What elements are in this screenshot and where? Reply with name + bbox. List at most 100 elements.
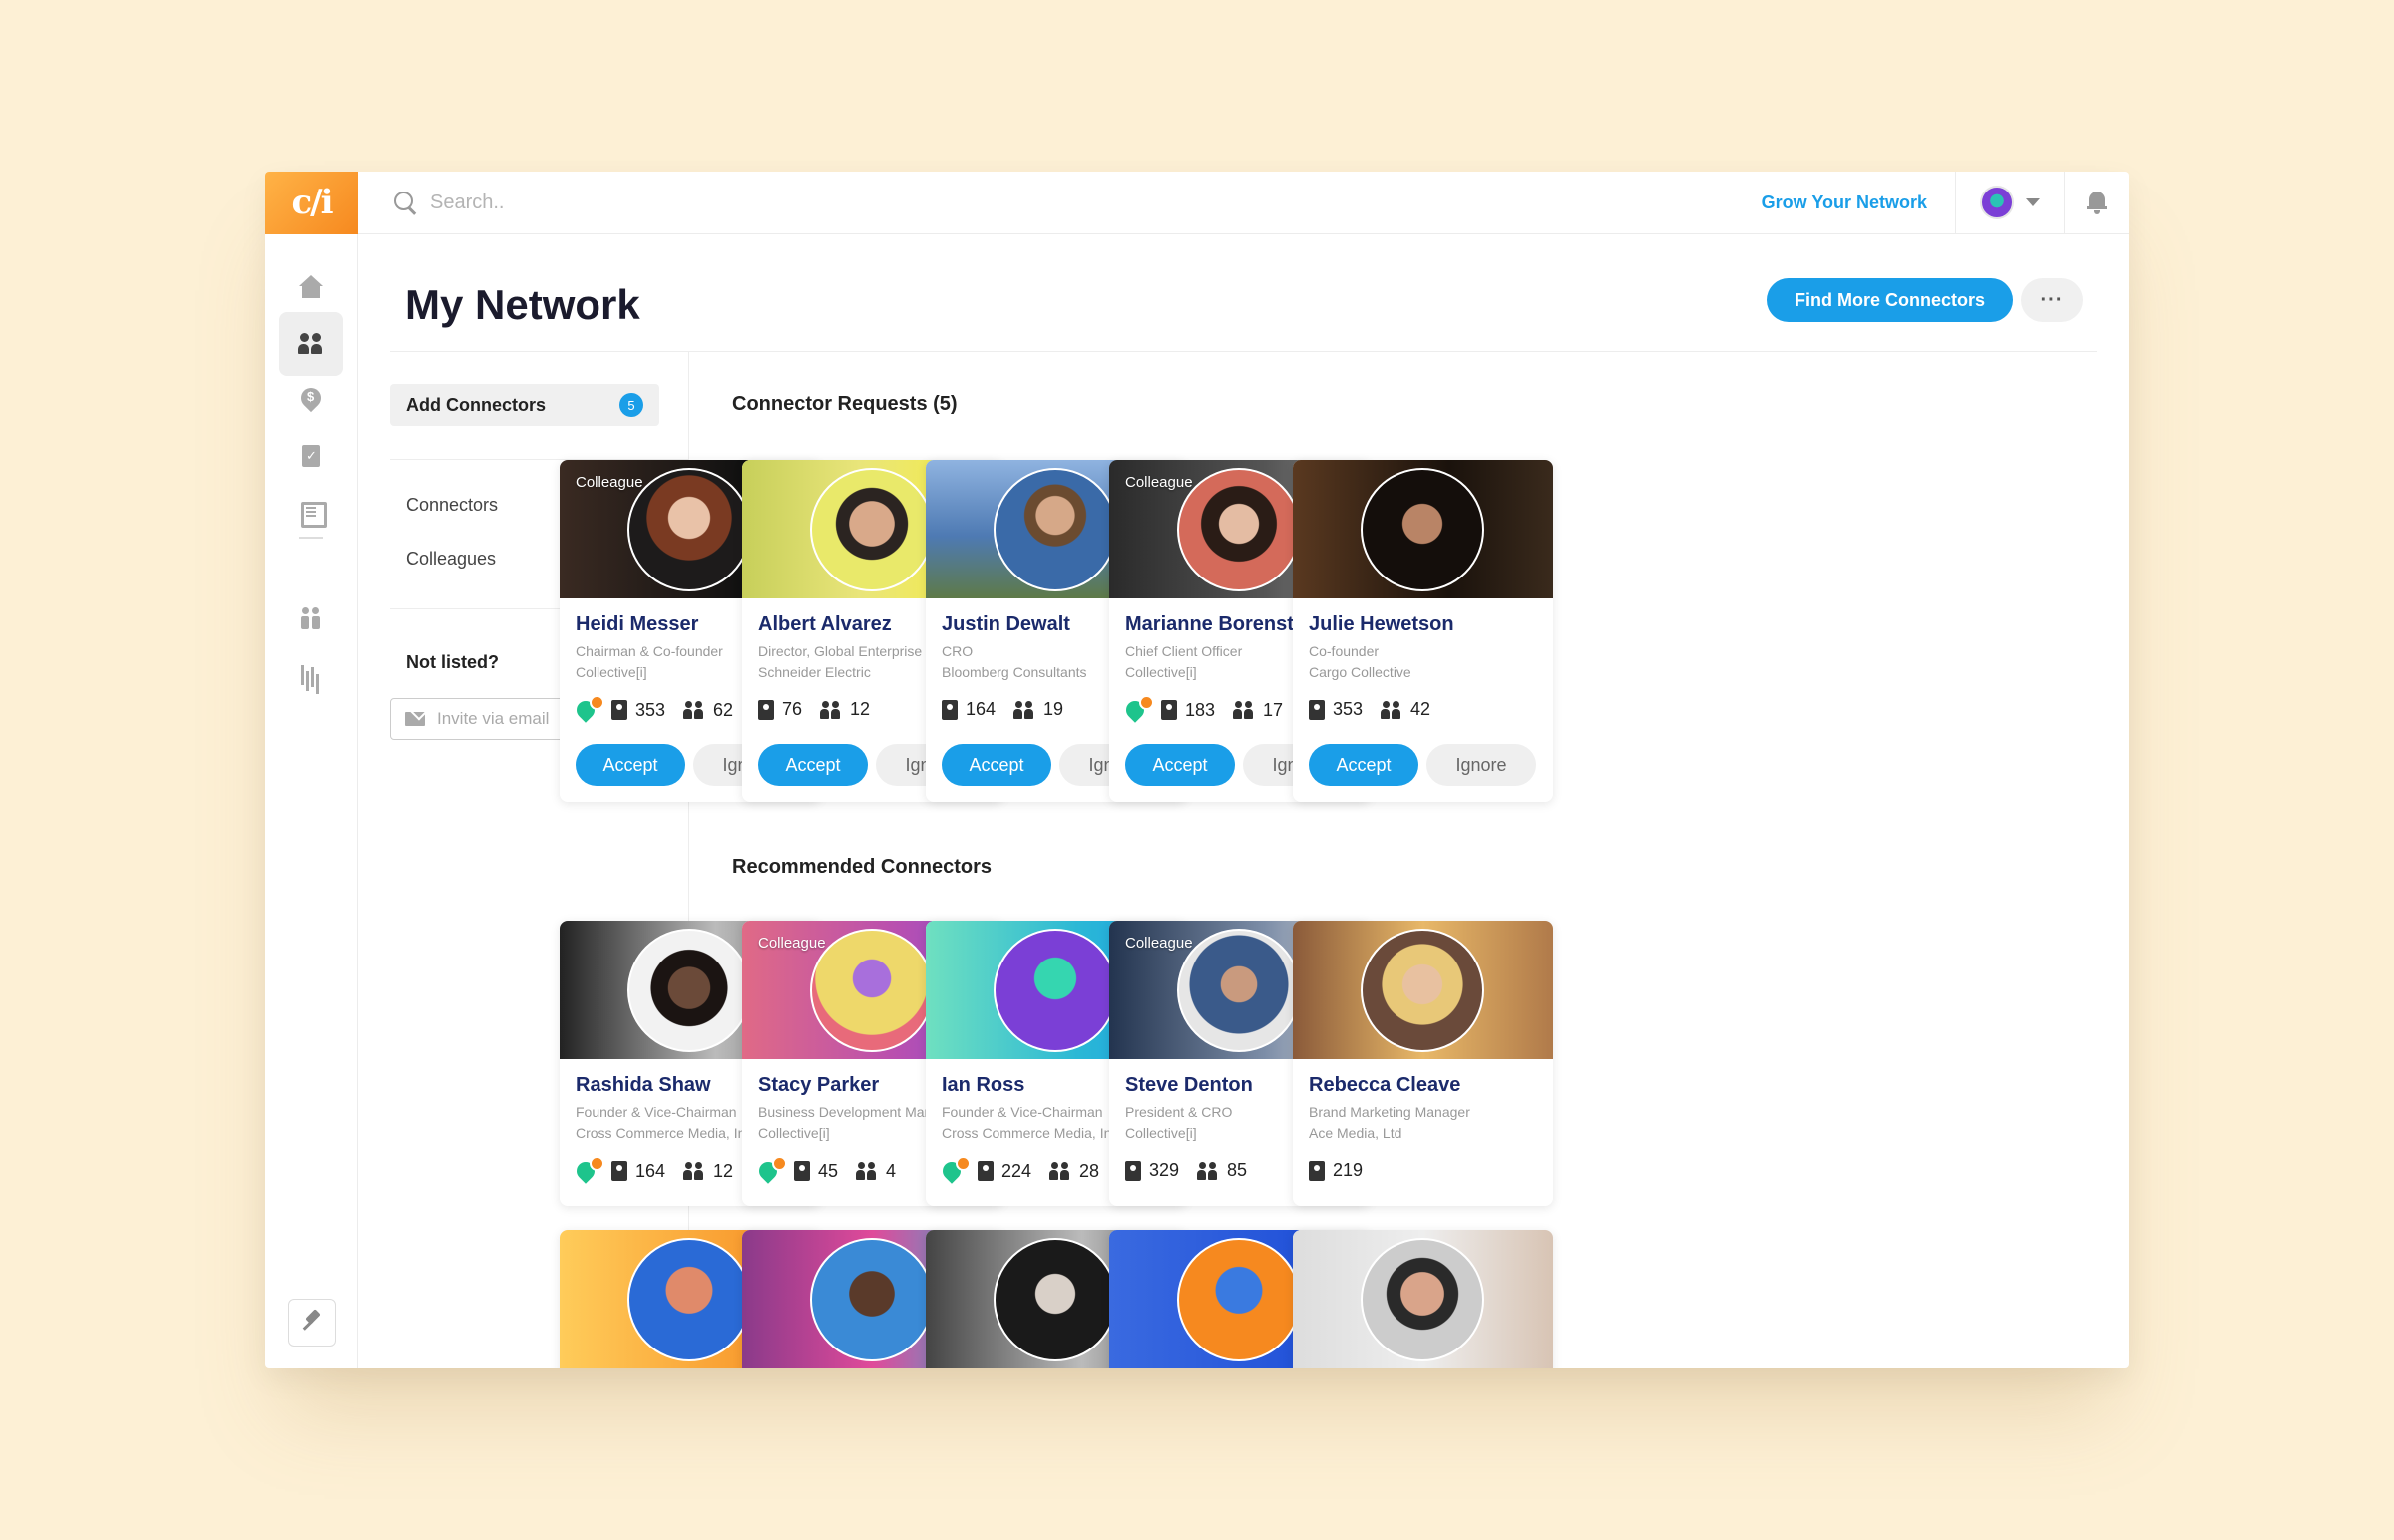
avatar <box>1177 468 1301 591</box>
more-options-button[interactable]: ··· <box>2021 278 2083 322</box>
avatar <box>810 929 934 1052</box>
connector-stats: 353 62 <box>576 695 733 721</box>
recommended-connectors-title: Recommended Connectors <box>732 856 993 878</box>
contacts-count: 76 <box>782 699 803 719</box>
nav-news[interactable] <box>279 480 343 544</box>
connector-card[interactable] <box>1293 1230 1553 1368</box>
avatar <box>627 468 751 591</box>
connector-name[interactable]: Justin Dewalt <box>942 613 1070 636</box>
nav-admin[interactable] <box>288 1299 336 1347</box>
avatar <box>1177 1238 1301 1361</box>
groups-icon <box>683 1162 705 1180</box>
connector-org: Cross Commerce Media, Inc <box>942 1125 1119 1141</box>
accept-button[interactable]: Accept <box>758 744 868 786</box>
groups-icon <box>1013 700 1035 719</box>
grow-network-link[interactable]: Grow Your Network <box>1734 172 1956 234</box>
contacts-count: 164 <box>966 699 997 719</box>
deal-pin-icon <box>576 1156 604 1182</box>
groups-icon <box>683 701 705 719</box>
connector-stats: 164 12 <box>576 1156 734 1182</box>
bell-icon <box>2087 192 2107 214</box>
logo[interactable]: c/i <box>265 172 358 234</box>
connector-card[interactable]: Julie Hewetson Co-founder Cargo Collective… <box>1293 460 1553 802</box>
connector-name[interactable]: Ian Ross <box>942 1074 1024 1097</box>
connector-name[interactable]: Julie Hewetson <box>1309 613 1454 636</box>
contacts-count: 45 <box>818 1160 839 1181</box>
user-menu[interactable] <box>1956 172 2065 234</box>
accept-button[interactable]: Accept <box>1309 744 1418 786</box>
deal-pin-icon <box>1125 695 1154 721</box>
add-connectors-item[interactable]: Add Connectors 5 <box>390 384 659 426</box>
gavel-icon <box>299 1310 325 1336</box>
chevron-down-icon <box>2026 198 2040 206</box>
contacts-icon <box>611 1161 627 1181</box>
connector-role: Chief Client Officer <box>1125 643 1243 659</box>
nav-analytics[interactable] <box>279 642 343 706</box>
deal-pin-icon <box>576 695 604 721</box>
connector-name[interactable]: Steve Denton <box>1125 1074 1253 1097</box>
connector-name[interactable]: Rebecca Cleave <box>1309 1074 1460 1097</box>
connector-card[interactable]: Rebecca Cleave Brand Marketing Manager Ace… <box>1293 921 1553 1206</box>
connector-name[interactable]: Rashida Shaw <box>576 1074 711 1097</box>
card-banner <box>1293 460 1553 598</box>
connector-requests-title: Connector Requests (5) <box>732 393 958 415</box>
connector-org: Collective[i] <box>1125 664 1197 680</box>
avatar <box>810 1238 934 1361</box>
groups-count: 12 <box>713 1160 734 1181</box>
avatar <box>1980 186 2014 219</box>
connector-stats: 219 <box>1309 1160 1363 1181</box>
pin-dollar-icon <box>298 387 324 413</box>
connector-name[interactable]: Stacy Parker <box>758 1074 879 1097</box>
contacts-icon <box>1161 700 1177 720</box>
connector-org: Cross Commerce Media, Inc <box>576 1125 753 1141</box>
app-window: c/i Grow Your Network My Network Find Mo… <box>265 172 2129 1368</box>
nav-network[interactable] <box>279 312 343 376</box>
contacts-icon <box>942 699 958 720</box>
find-more-connectors-button[interactable]: Find More Connectors <box>1767 278 2013 322</box>
home-icon <box>298 275 324 301</box>
avatar <box>810 468 934 591</box>
connector-role: President & CRO <box>1125 1104 1233 1120</box>
connector-org: Bloomberg Consultants <box>942 664 1087 680</box>
connector-org: Ace Media, Ltd <box>1309 1125 1402 1141</box>
news-icon <box>298 499 327 528</box>
nav-home[interactable] <box>279 256 343 320</box>
connector-stats: 329 85 <box>1125 1160 1247 1181</box>
notifications-button[interactable] <box>2065 172 2129 234</box>
contacts-count: 164 <box>635 1160 666 1181</box>
groups-count: 85 <box>1227 1160 1248 1180</box>
accept-button[interactable]: Accept <box>576 744 685 786</box>
connector-org: Schneider Electric <box>758 664 871 680</box>
nav-tasks[interactable] <box>279 424 343 488</box>
accept-button[interactable]: Accept <box>942 744 1051 786</box>
connector-stats: 353 42 <box>1309 699 1430 720</box>
avatar <box>1361 468 1484 591</box>
contacts-count: 224 <box>1001 1160 1032 1181</box>
contacts-count: 353 <box>1333 699 1364 719</box>
connector-role: Founder & Vice-Chairman <box>576 1104 737 1120</box>
ignore-button[interactable]: Ignore <box>1426 744 1536 786</box>
colleague-tag: Colleague <box>1125 474 1193 491</box>
search-input[interactable] <box>430 191 929 214</box>
avatar <box>1361 929 1484 1052</box>
contacts-icon <box>978 1161 994 1181</box>
search-bar <box>392 190 1734 215</box>
nav-deals[interactable] <box>279 368 343 432</box>
card-banner <box>1293 1230 1553 1368</box>
not-listed-label: Not listed? <box>406 652 499 672</box>
connector-role: Chairman & Co-founder <box>576 643 723 659</box>
envelope-icon <box>405 712 425 726</box>
connector-org: Collective[i] <box>758 1125 830 1141</box>
colleague-tag: Colleague <box>758 935 826 952</box>
nav-referrals[interactable] <box>279 586 343 650</box>
contacts-icon <box>794 1161 810 1181</box>
contacts-icon <box>1309 699 1325 720</box>
accept-button[interactable]: Accept <box>1125 744 1235 786</box>
connector-name[interactable]: Heidi Messer <box>576 613 698 636</box>
groups-icon <box>1233 701 1255 719</box>
groups-count: 19 <box>1043 699 1064 719</box>
connector-org: Collective[i] <box>576 664 647 680</box>
connector-name[interactable]: Albert Alvarez <box>758 613 892 636</box>
contacts-icon <box>1125 1160 1141 1181</box>
groups-icon <box>856 1162 878 1180</box>
